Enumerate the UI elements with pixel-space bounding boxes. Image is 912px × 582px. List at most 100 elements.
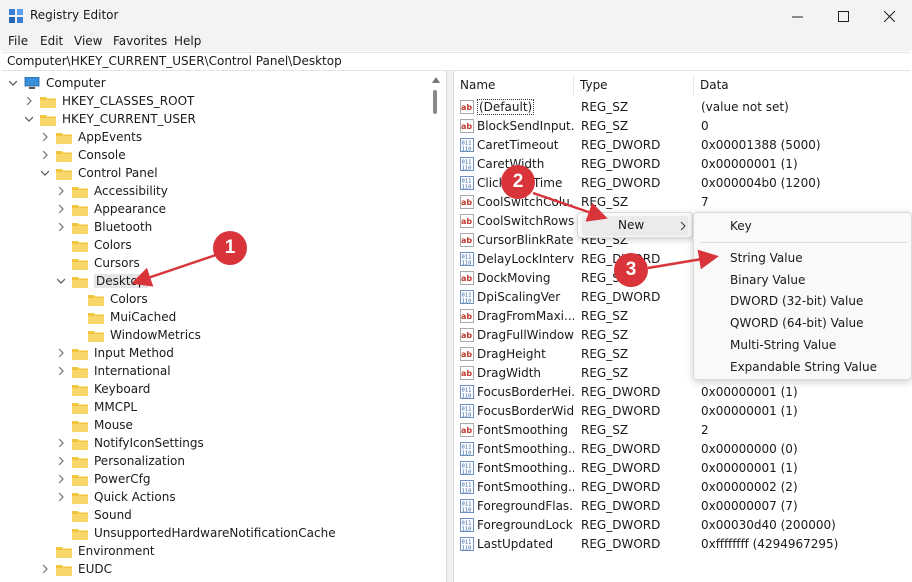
value-type: REG_SZ: [581, 193, 691, 212]
tree-item[interactable]: MuiCached: [72, 308, 176, 326]
tree-scrollbar-thumb[interactable]: [433, 90, 437, 114]
chevron-down-icon[interactable]: [40, 168, 50, 178]
tree-item[interactable]: Computer: [8, 74, 106, 92]
tree-item[interactable]: Colors: [72, 290, 148, 308]
tree-item[interactable]: Accessibility: [56, 182, 168, 200]
value-type: REG_DWORD: [581, 497, 691, 516]
tree-item[interactable]: WindowMetrics: [72, 326, 201, 344]
close-button[interactable]: [866, 0, 912, 32]
binary-value-icon: 011110: [460, 461, 474, 475]
tree-item[interactable]: Quick Actions: [56, 488, 176, 506]
tree-item[interactable]: MMCPL: [56, 398, 137, 416]
value-row[interactable]: 011110ForegroundFlas...REG_DWORD0x000000…: [454, 497, 912, 516]
value-row[interactable]: 011110ForegroundLock...REG_DWORD0x00030d…: [454, 516, 912, 535]
column-header-name[interactable]: Name: [454, 76, 574, 95]
chevron-right-icon[interactable]: [56, 222, 66, 232]
expander-spacer: [56, 384, 66, 394]
tree-item[interactable]: Mouse: [56, 416, 133, 434]
address-bar[interactable]: Computer\HKEY_CURRENT_USER\Control Panel…: [2, 52, 910, 71]
close-icon: [884, 11, 895, 22]
value-data: 2: [701, 421, 911, 440]
chevron-right-icon[interactable]: [56, 456, 66, 466]
minimize-button[interactable]: [774, 0, 820, 32]
chevron-right-icon[interactable]: [56, 492, 66, 502]
tree-item[interactable]: Bluetooth: [56, 218, 152, 236]
tree-item[interactable]: Desktop: [56, 272, 148, 290]
tree-item[interactable]: Console: [40, 146, 126, 164]
tree-item[interactable]: NotifyIconSettings: [56, 434, 204, 452]
tree-item[interactable]: Control Panel: [40, 164, 158, 182]
chevron-down-icon[interactable]: [56, 276, 66, 286]
value-row[interactable]: 011110FontSmoothing...REG_DWORD0x0000000…: [454, 459, 912, 478]
tree-item[interactable]: Appearance: [56, 200, 166, 218]
tree-item[interactable]: EUDC: [40, 560, 112, 578]
submenu-item-string-value[interactable]: String Value: [730, 251, 803, 265]
tree-item[interactable]: PowerCfg: [56, 470, 151, 488]
tree-item[interactable]: HKEY_CLASSES_ROOT: [24, 92, 194, 110]
tree-item-label: Cursors: [94, 256, 140, 270]
tree-item[interactable]: International: [56, 362, 171, 380]
value-row[interactable]: ab(Default)REG_SZ(value not set): [454, 98, 912, 117]
chevron-down-icon[interactable]: [24, 114, 34, 124]
tree-item[interactable]: HKEY_CURRENT_USER: [24, 110, 196, 128]
submenu-item-expandable-string-value[interactable]: Expandable String Value: [730, 360, 877, 374]
submenu-item-qword-value[interactable]: QWORD (64-bit) Value: [730, 316, 864, 330]
value-row[interactable]: abBlockSendInput...REG_SZ0: [454, 117, 912, 136]
chevron-right-icon[interactable]: [40, 150, 50, 160]
tree-item[interactable]: Colors: [56, 236, 132, 254]
chevron-right-icon[interactable]: [56, 474, 66, 484]
value-row[interactable]: 011110FontSmoothing...REG_DWORD0x0000000…: [454, 440, 912, 459]
chevron-right-icon[interactable]: [40, 564, 50, 574]
column-header-data[interactable]: Data: [694, 76, 912, 95]
tree-item-label: Input Method: [94, 346, 174, 360]
chevron-right-icon[interactable]: [56, 204, 66, 214]
value-row[interactable]: 011110LastUpdatedREG_DWORD0xffffffff (42…: [454, 535, 912, 554]
value-row[interactable]: abFontSmoothingREG_SZ2: [454, 421, 912, 440]
value-row[interactable]: 011110CaretTimeoutREG_DWORD0x00001388 (5…: [454, 136, 912, 155]
value-row[interactable]: 011110FontSmoothing...REG_DWORD0x0000000…: [454, 478, 912, 497]
menu-help[interactable]: Help: [174, 34, 201, 48]
value-row[interactable]: 011110FocusBorderWid...REG_DWORD0x000000…: [454, 402, 912, 421]
menu-item-new-label: New: [618, 218, 644, 232]
binary-value-icon: 011110: [460, 442, 474, 456]
tree-item[interactable]: Keyboard: [56, 380, 150, 398]
scroll-up-arrow-icon[interactable]: [432, 77, 440, 83]
tree-item[interactable]: Sound: [56, 506, 132, 524]
value-type: REG_SZ: [581, 117, 691, 136]
tree-item[interactable]: Cursors: [56, 254, 140, 272]
menu-edit[interactable]: Edit: [40, 34, 63, 48]
tree-item[interactable]: UnsupportedHardwareNotificationCache: [56, 524, 336, 542]
chevron-right-icon[interactable]: [56, 348, 66, 358]
tree-item[interactable]: Personalization: [56, 452, 185, 470]
maximize-button[interactable]: [820, 0, 866, 32]
tree-item[interactable]: AppEvents: [40, 128, 142, 146]
value-name: DelayLockInterval: [477, 250, 574, 269]
value-type: REG_SZ: [581, 421, 691, 440]
menu-favorites[interactable]: Favorites: [113, 34, 167, 48]
chevron-right-icon[interactable]: [56, 366, 66, 376]
column-header-type[interactable]: Type: [574, 76, 694, 95]
chevron-down-icon[interactable]: [8, 78, 18, 88]
menu-view[interactable]: View: [74, 34, 102, 48]
submenu-item-dword-value[interactable]: DWORD (32-bit) Value: [730, 294, 863, 308]
chevron-right-icon[interactable]: [40, 132, 50, 142]
tree-item[interactable]: Input Method: [56, 344, 174, 362]
value-name: FontSmoothing...: [477, 440, 574, 459]
chevron-right-icon[interactable]: [56, 438, 66, 448]
folder-icon: [72, 527, 88, 540]
folder-icon: [56, 563, 72, 576]
svg-text:110: 110: [462, 508, 472, 514]
menu-file[interactable]: File: [8, 34, 28, 48]
tree-item[interactable]: Environment: [40, 542, 155, 560]
value-row[interactable]: 011110FocusBorderHei...REG_DWORD0x000000…: [454, 383, 912, 402]
menu-item-new[interactable]: New: [582, 216, 688, 236]
binary-value-icon: 011110: [460, 518, 474, 532]
chevron-right-icon[interactable]: [56, 186, 66, 196]
submenu-item-binary-value[interactable]: Binary Value: [730, 273, 805, 287]
chevron-right-icon[interactable]: [24, 96, 34, 106]
expander-spacer: [56, 528, 66, 538]
submenu-item-multi-string-value[interactable]: Multi-String Value: [730, 338, 836, 352]
submenu-item-key[interactable]: Key: [730, 219, 752, 233]
key-tree-pane[interactable]: ComputerHKEY_CLASSES_ROOTHKEY_CURRENT_US…: [0, 71, 447, 582]
tree-item-label: Colors: [110, 292, 148, 306]
